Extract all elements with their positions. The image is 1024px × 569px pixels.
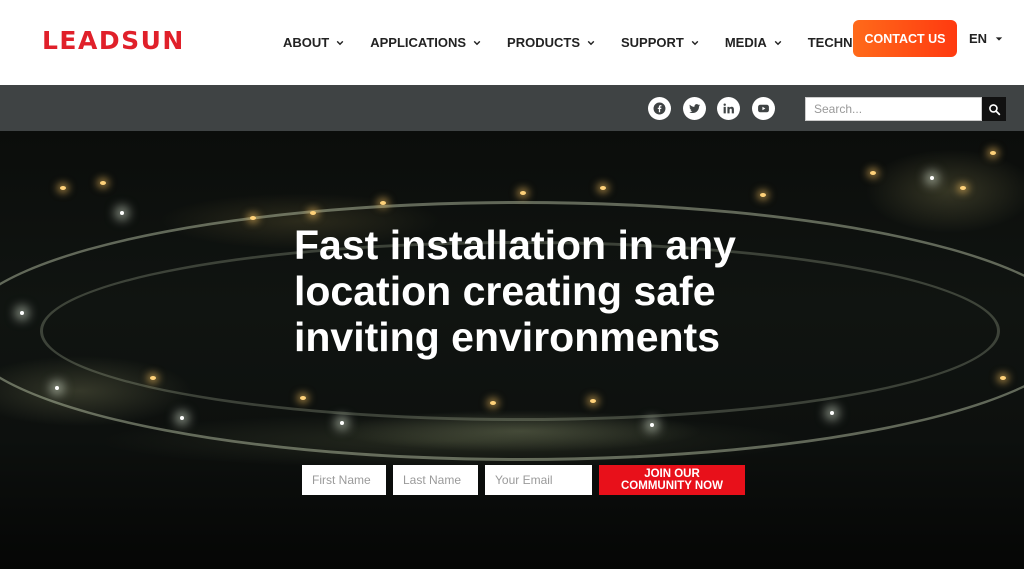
facebook-icon (653, 102, 666, 115)
house-light (300, 396, 306, 400)
house-light (380, 201, 386, 205)
youtube-icon (758, 104, 769, 113)
contact-us-button[interactable]: CONTACT US (853, 20, 957, 57)
street-light (650, 423, 654, 427)
street-light (55, 386, 59, 390)
site-header: LEADSUN ABOUT APPLICATIONS PRODUCTS SUPP… (0, 0, 1024, 85)
street-light (120, 211, 124, 215)
first-name-field[interactable] (302, 465, 386, 495)
join-community-button[interactable]: JOIN OUR COMMUNITY NOW (599, 465, 745, 495)
join-community-label: JOIN OUR COMMUNITY NOW (620, 468, 723, 492)
search-icon (988, 103, 1000, 115)
house-light (960, 186, 966, 190)
main-nav: ABOUT APPLICATIONS PRODUCTS SUPPORT MEDI… (283, 0, 899, 85)
nav-item-label: APPLICATIONS (370, 35, 467, 50)
nav-item-applications[interactable]: APPLICATIONS (370, 35, 481, 50)
chevron-down-icon (473, 40, 481, 45)
street-light (20, 311, 24, 315)
nav-item-about[interactable]: ABOUT (283, 35, 344, 50)
language-selector[interactable]: EN (969, 31, 1003, 46)
twitter-icon (689, 104, 701, 114)
hero-title: Fast installation in any location creati… (294, 222, 736, 360)
house-light (870, 171, 876, 175)
house-light (520, 191, 526, 195)
chevron-down-icon (995, 36, 1003, 41)
leadsun-logo[interactable]: LEADSUN (42, 26, 185, 55)
nav-item-products[interactable]: PRODUCTS (507, 35, 595, 50)
street-light (340, 421, 344, 425)
nav-item-label: MEDIA (724, 35, 767, 50)
chevron-down-icon (691, 40, 699, 45)
house-light (990, 151, 996, 155)
linkedin-link[interactable] (717, 97, 740, 120)
nav-item-media[interactable]: MEDIA (725, 35, 782, 50)
email-field[interactable] (485, 465, 592, 495)
house-light (600, 186, 606, 190)
chevron-down-icon (774, 40, 782, 45)
last-name-field[interactable] (393, 465, 478, 495)
street-light (930, 176, 934, 180)
chevron-down-icon (336, 40, 344, 45)
search-input[interactable] (805, 97, 982, 121)
nav-item-label: SUPPORT (621, 35, 684, 50)
house-light (590, 399, 596, 403)
house-light (760, 193, 766, 197)
house-light (490, 401, 496, 405)
chevron-down-icon (587, 40, 595, 45)
youtube-link[interactable] (752, 97, 775, 120)
house-light (150, 376, 156, 380)
house-light (310, 211, 316, 215)
nav-item-label: PRODUCTS (507, 35, 580, 50)
linkedin-icon (723, 103, 734, 114)
facebook-link[interactable] (648, 97, 671, 120)
nav-item-support[interactable]: SUPPORT (621, 35, 699, 50)
house-light (100, 181, 106, 185)
street-light (830, 411, 834, 415)
house-light (1000, 376, 1006, 380)
search-button[interactable] (982, 97, 1006, 121)
nav-item-label: ABOUT (283, 35, 330, 50)
twitter-link[interactable] (683, 97, 706, 120)
street-light (180, 416, 184, 420)
house-light (250, 216, 256, 220)
language-label: EN (969, 31, 988, 46)
house-light (60, 186, 66, 190)
